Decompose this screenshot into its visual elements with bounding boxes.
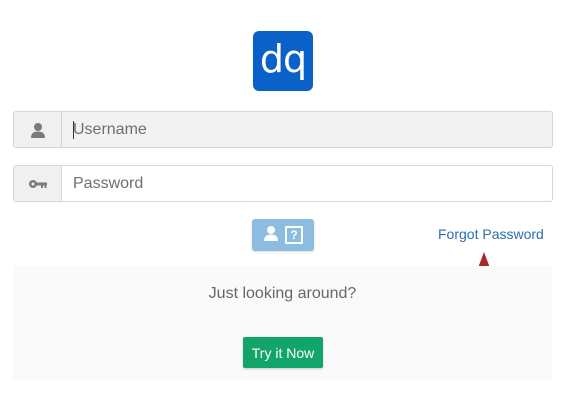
forgot-password-link[interactable]: Forgot Password	[438, 226, 544, 242]
question-box-icon: ?	[285, 226, 303, 244]
try-it-now-button[interactable]: Try it Now	[243, 337, 323, 368]
user-icon	[14, 112, 62, 147]
guest-prompt: Just looking around?	[208, 285, 357, 302]
user-icon	[263, 225, 279, 246]
username-input[interactable]	[62, 112, 552, 147]
guest-panel: Just looking around? Try it Now	[13, 266, 552, 380]
password-field[interactable]	[13, 165, 553, 202]
key-icon	[14, 166, 62, 201]
account-help-button[interactable]: ?	[252, 219, 314, 251]
text-cursor	[73, 121, 74, 139]
password-input[interactable]	[62, 166, 552, 201]
app-logo: dq	[253, 31, 313, 91]
username-field[interactable]	[13, 111, 553, 148]
